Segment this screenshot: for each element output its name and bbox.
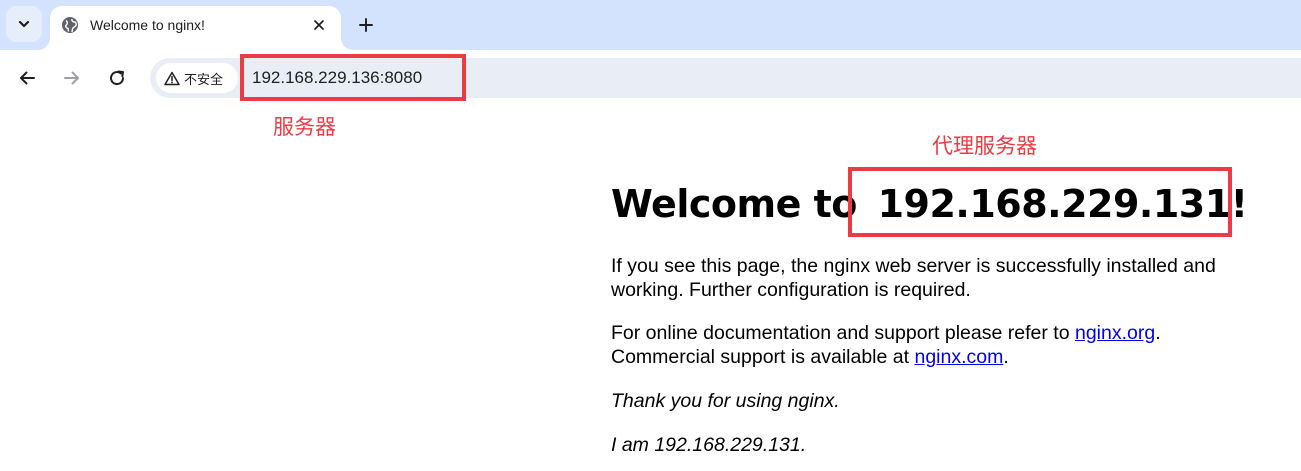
server-highlight-box bbox=[240, 54, 466, 101]
thanks-text: Thank you for using nginx. bbox=[611, 390, 840, 412]
browser-window: Welcome to nginx! 不安全 192.168.229.136:80… bbox=[0, 0, 1301, 471]
tab-search-button[interactable] bbox=[6, 6, 42, 42]
reload-icon bbox=[110, 70, 125, 86]
docs-line: For online documentation and support ple… bbox=[611, 321, 1161, 345]
docs-end: . bbox=[1155, 322, 1161, 344]
proxy-server-label: 代理服务器 bbox=[932, 134, 1037, 158]
intro-line-1: If you see this page, the nginx web serv… bbox=[611, 255, 1216, 277]
arrow-left-icon bbox=[20, 71, 35, 85]
arrow-right-icon bbox=[64, 71, 79, 85]
globe-icon bbox=[62, 17, 78, 33]
reload-button[interactable] bbox=[103, 64, 131, 92]
docs-text: For online documentation and support ple… bbox=[611, 322, 1075, 344]
tab-active[interactable]: Welcome to nginx! bbox=[50, 6, 341, 50]
commercial-end: . bbox=[1003, 346, 1009, 368]
nginx-com-link[interactable]: nginx.com bbox=[914, 346, 1003, 368]
chevron-down-icon bbox=[18, 20, 30, 28]
nginx-org-link[interactable]: nginx.org bbox=[1075, 322, 1155, 344]
back-button[interactable] bbox=[13, 64, 41, 92]
server-label: 服务器 bbox=[273, 115, 336, 139]
security-indicator[interactable]: 不安全 bbox=[156, 63, 238, 93]
proxy-highlight-box bbox=[848, 167, 1232, 237]
toolbar: 不安全 192.168.229.136:8080 bbox=[0, 50, 1301, 106]
tab-close-button[interactable] bbox=[307, 13, 331, 37]
server-identity-text: I am 192.168.229.131. bbox=[611, 434, 807, 456]
tab-title: Welcome to nginx! bbox=[90, 17, 205, 33]
commercial-text: Commercial support is available at bbox=[611, 346, 915, 368]
new-tab-button[interactable] bbox=[352, 11, 380, 39]
commercial-line: Commercial support is available at nginx… bbox=[611, 345, 1009, 369]
intro-line-2: working. Further configuration is requir… bbox=[611, 279, 971, 301]
plus-icon bbox=[359, 18, 373, 32]
security-label: 不安全 bbox=[184, 72, 224, 88]
warning-triangle-icon bbox=[164, 71, 180, 85]
close-icon bbox=[314, 20, 324, 30]
forward-button[interactable] bbox=[58, 64, 86, 92]
tab-strip: Welcome to nginx! bbox=[0, 0, 1301, 50]
heading-prefix: Welcome to bbox=[611, 182, 857, 226]
